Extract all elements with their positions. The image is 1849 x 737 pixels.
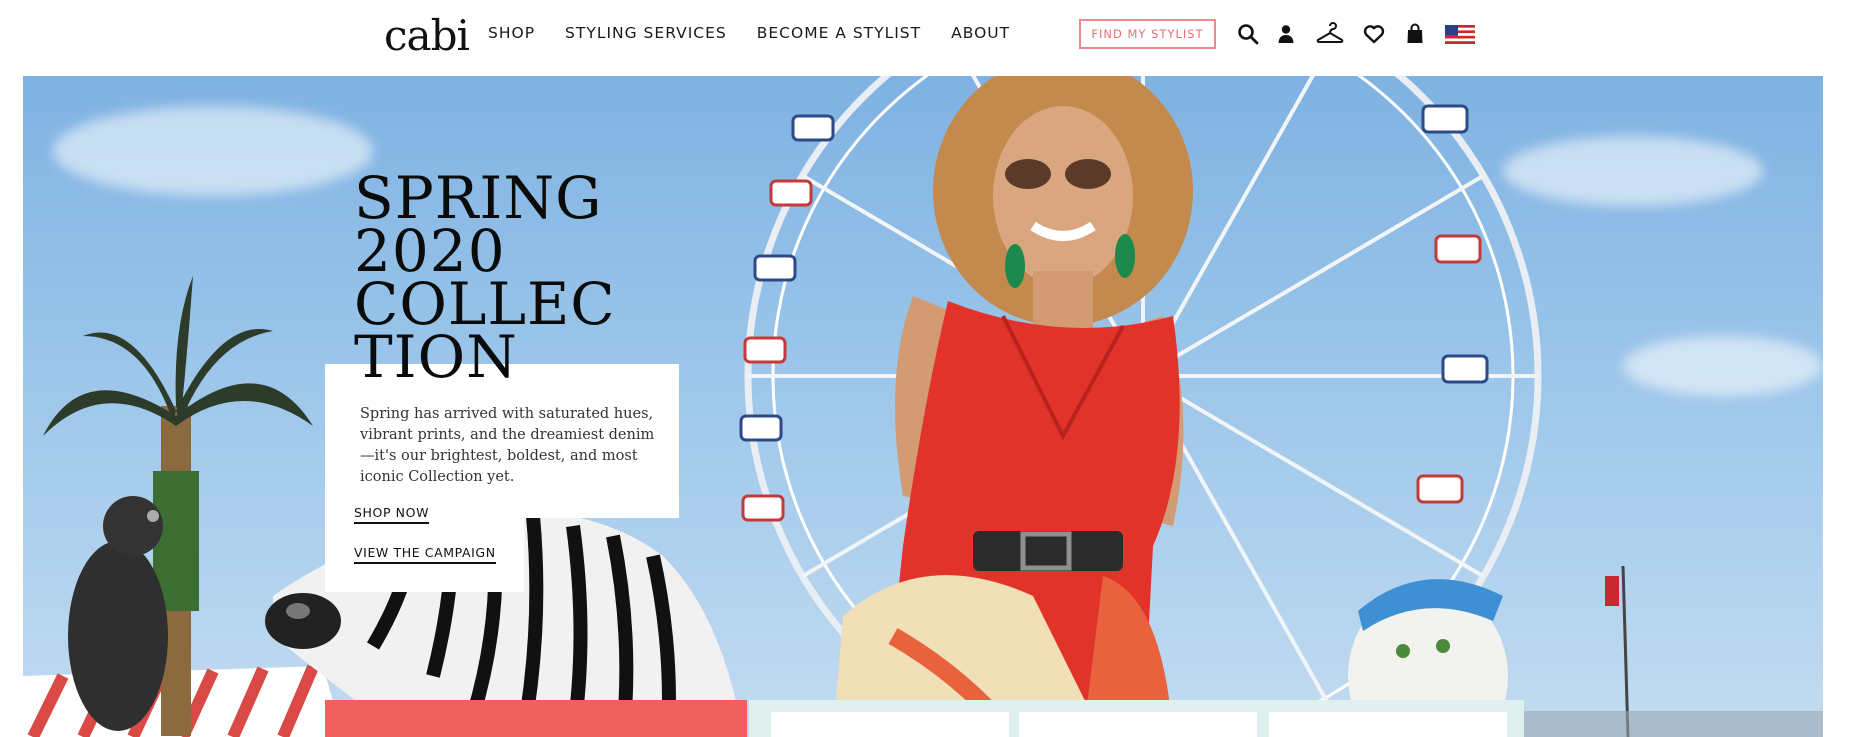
account-icon[interactable] <box>1274 22 1298 46</box>
nav-styling-services[interactable]: STYLING SERVICES <box>565 24 727 42</box>
model-figure <box>833 76 1193 737</box>
product-tile-accessory[interactable] <box>1019 712 1257 737</box>
hero-description: Spring has arrived with saturated hues, … <box>360 406 655 485</box>
bear-statue <box>68 496 168 731</box>
hero-photo <box>23 76 1823 737</box>
product-tile-print[interactable] <box>1269 712 1507 737</box>
hero-banner <box>23 76 1823 737</box>
cabi-logo[interactable]: cabi <box>384 12 470 60</box>
hero-headline: SPRING 2020 COLLEC TION <box>354 169 616 391</box>
shop-now-link[interactable]: SHOP NOW <box>354 505 430 524</box>
search-icon[interactable] <box>1236 22 1260 46</box>
nav-about[interactable]: ABOUT <box>951 24 1010 42</box>
headline-line: TION <box>354 323 518 391</box>
shopping-bag-icon[interactable] <box>1403 22 1427 46</box>
nav-shop[interactable]: SHOP <box>488 24 535 42</box>
hanger-icon[interactable] <box>1316 22 1344 46</box>
nav-become-a-stylist[interactable]: BECOME A STYLIST <box>757 24 921 42</box>
us-flag-icon[interactable] <box>1444 22 1476 46</box>
find-my-stylist-button[interactable]: FIND MY STYLIST <box>1079 19 1216 49</box>
heart-icon[interactable] <box>1362 22 1386 46</box>
flag <box>1605 576 1619 606</box>
site-header: cabi SHOP STYLING SERVICES BECOME A STYL… <box>0 0 1849 76</box>
promo-coral-block[interactable] <box>325 700 747 737</box>
main-nav: SHOP STYLING SERVICES BECOME A STYLIST A… <box>488 24 1010 42</box>
view-campaign-link[interactable]: VIEW THE CAMPAIGN <box>354 545 496 564</box>
fence <box>1503 711 1823 737</box>
product-tile-necklace[interactable] <box>771 712 1009 737</box>
